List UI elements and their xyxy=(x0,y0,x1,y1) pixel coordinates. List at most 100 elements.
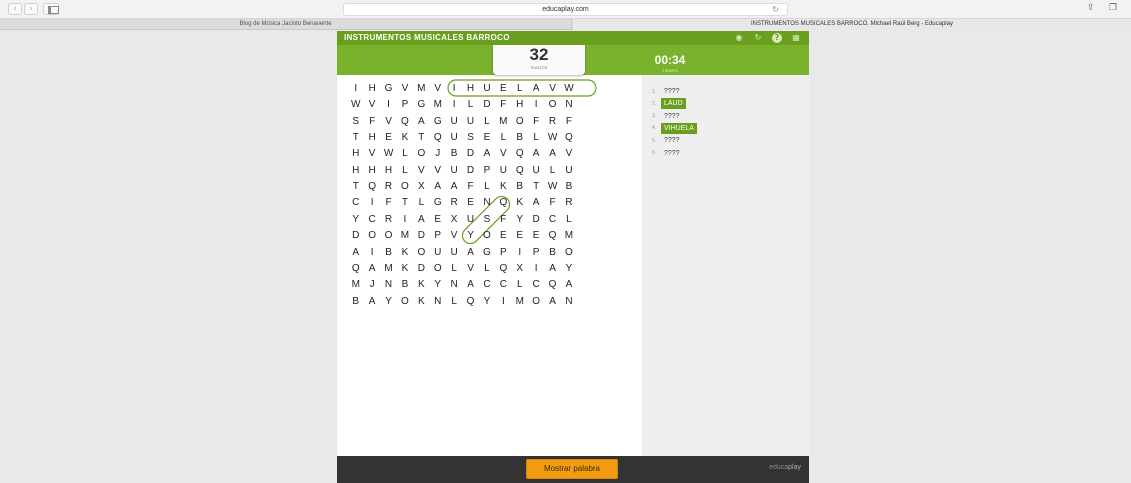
grid-letter[interactable]: E xyxy=(380,131,397,145)
grid-letter[interactable]: M xyxy=(413,82,430,96)
grid-letter[interactable]: Q xyxy=(512,147,529,161)
grid-letter[interactable]: U xyxy=(479,82,496,96)
grid-letter[interactable]: I xyxy=(397,213,414,227)
grid-letter[interactable]: W xyxy=(544,131,561,145)
grid-letter[interactable]: D xyxy=(413,229,430,243)
grid-letter[interactable]: M xyxy=(430,98,447,112)
grid-letter[interactable]: M xyxy=(512,295,529,309)
grid-letter[interactable]: O xyxy=(413,246,430,260)
grid-letter[interactable]: P xyxy=(479,164,496,178)
grid-letter[interactable]: S xyxy=(462,131,479,145)
grid-letter[interactable]: L xyxy=(561,213,578,227)
grid-letter[interactable]: M xyxy=(495,115,512,129)
grid-letter[interactable]: H xyxy=(364,164,381,178)
grid-letter[interactable]: Q xyxy=(561,131,578,145)
grid-letter[interactable]: O xyxy=(380,229,397,243)
grid-letter[interactable]: M xyxy=(561,229,578,243)
grid-letter[interactable]: A xyxy=(462,246,479,260)
grid-letter[interactable]: G xyxy=(479,246,496,260)
grid-letter[interactable]: K xyxy=(397,262,414,276)
grid-menu-icon[interactable]: ▦ xyxy=(791,33,801,43)
grid-letter[interactable]: K xyxy=(512,196,529,210)
grid-letter[interactable]: L xyxy=(397,147,414,161)
grid-letter[interactable]: Y xyxy=(462,229,479,243)
grid-letter[interactable]: I xyxy=(348,82,365,96)
grid-letter[interactable]: D xyxy=(528,213,545,227)
address-bar[interactable]: educaplay.com ↻ xyxy=(343,3,788,16)
grid-letter[interactable]: K xyxy=(397,246,414,260)
grid-letter[interactable]: L xyxy=(512,278,529,292)
grid-letter[interactable]: E xyxy=(479,131,496,145)
grid-letter[interactable]: U xyxy=(528,164,545,178)
grid-letter[interactable]: F xyxy=(380,196,397,210)
grid-letter[interactable]: N xyxy=(561,98,578,112)
grid-letter[interactable]: T xyxy=(348,131,365,145)
grid-letter[interactable]: J xyxy=(430,147,447,161)
grid-letter[interactable]: N xyxy=(430,295,447,309)
forward-icon[interactable]: › xyxy=(24,3,38,15)
grid-letter[interactable]: G xyxy=(413,98,430,112)
grid-letter[interactable]: G xyxy=(430,196,447,210)
grid-letter[interactable]: Q xyxy=(462,295,479,309)
sidebar-icon[interactable] xyxy=(43,3,59,15)
grid-letter[interactable]: A xyxy=(528,196,545,210)
grid-letter[interactable]: U xyxy=(430,246,447,260)
grid-letter[interactable]: X xyxy=(446,213,463,227)
grid-letter[interactable]: V xyxy=(544,82,561,96)
grid-letter[interactable]: E xyxy=(462,196,479,210)
grid-letter[interactable]: P xyxy=(528,246,545,260)
grid-letter[interactable]: T xyxy=(397,196,414,210)
grid-letter[interactable]: B xyxy=(544,246,561,260)
grid-letter[interactable]: Q xyxy=(495,262,512,276)
grid-letter[interactable]: L xyxy=(446,295,463,309)
grid-letter[interactable]: F xyxy=(544,196,561,210)
grid-letter[interactable]: I xyxy=(380,98,397,112)
grid-letter[interactable]: Q xyxy=(364,180,381,194)
grid-letter[interactable]: H xyxy=(462,82,479,96)
tab-educaplay[interactable]: INSTRUMENTOS MUSICALES BARROCO. Michael … xyxy=(573,19,1131,30)
grid-letter[interactable]: A xyxy=(462,278,479,292)
grid-letter[interactable]: F xyxy=(561,115,578,129)
grid-letter[interactable]: P xyxy=(495,246,512,260)
grid-letter[interactable]: L xyxy=(479,262,496,276)
grid-letter[interactable]: V xyxy=(413,164,430,178)
grid-letter[interactable]: V xyxy=(430,164,447,178)
grid-letter[interactable]: X xyxy=(413,180,430,194)
grid-letter[interactable]: I xyxy=(446,98,463,112)
grid-letter[interactable]: N xyxy=(380,278,397,292)
grid-letter[interactable]: L xyxy=(544,164,561,178)
grid-letter[interactable]: T xyxy=(413,131,430,145)
grid-letter[interactable]: B xyxy=(512,180,529,194)
back-icon[interactable]: ‹ xyxy=(8,3,22,15)
grid-letter[interactable]: F xyxy=(528,115,545,129)
grid-letter[interactable]: A xyxy=(479,147,496,161)
grid-letter[interactable]: O xyxy=(430,262,447,276)
grid-letter[interactable]: L xyxy=(512,82,529,96)
grid-letter[interactable]: C xyxy=(495,278,512,292)
grid-letter[interactable]: I xyxy=(528,262,545,276)
restart-icon[interactable]: ↻ xyxy=(753,33,763,43)
grid-letter[interactable]: Y xyxy=(512,213,529,227)
grid-letter[interactable]: Q xyxy=(495,196,512,210)
grid-letter[interactable]: A xyxy=(544,147,561,161)
grid-letter[interactable]: S xyxy=(348,115,365,129)
grid-letter[interactable]: R xyxy=(561,196,578,210)
grid-letter[interactable]: N xyxy=(561,295,578,309)
grid-letter[interactable]: O xyxy=(512,115,529,129)
grid-letter[interactable]: H xyxy=(364,82,381,96)
grid-letter[interactable]: F xyxy=(495,213,512,227)
grid-letter[interactable]: Y xyxy=(348,213,365,227)
grid-letter[interactable]: A xyxy=(528,147,545,161)
grid-letter[interactable]: R xyxy=(446,196,463,210)
grid-letter[interactable]: B xyxy=(397,278,414,292)
grid-letter[interactable]: R xyxy=(380,180,397,194)
grid-letter[interactable]: D xyxy=(348,229,365,243)
grid-letter[interactable]: B xyxy=(348,295,365,309)
grid-letter[interactable]: V xyxy=(446,229,463,243)
grid-letter[interactable]: N xyxy=(446,278,463,292)
grid-letter[interactable]: O xyxy=(397,180,414,194)
grid-letter[interactable]: R xyxy=(380,213,397,227)
grid-letter[interactable]: K xyxy=(397,131,414,145)
grid-letter[interactable]: A xyxy=(364,262,381,276)
grid-letter[interactable]: O xyxy=(528,295,545,309)
